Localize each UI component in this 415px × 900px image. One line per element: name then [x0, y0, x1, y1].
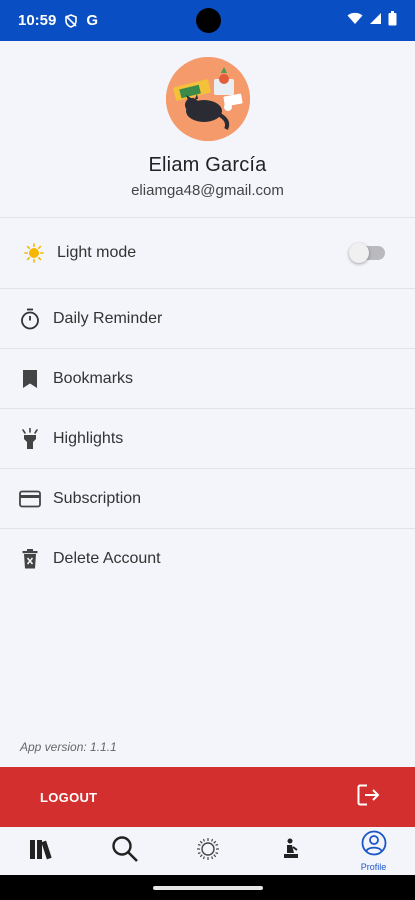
credit-card-icon	[18, 487, 42, 511]
search-icon	[111, 835, 139, 868]
status-left: 10:59 G	[18, 12, 98, 29]
gesture-area	[0, 875, 415, 900]
delete-account-row[interactable]: Delete Account	[0, 528, 415, 588]
gesture-handle[interactable]	[153, 886, 263, 890]
location-off-icon	[64, 13, 78, 28]
wifi-icon	[347, 12, 363, 30]
nav-library[interactable]	[0, 827, 83, 875]
nav-profile[interactable]: Profile	[332, 827, 415, 875]
logout-label: LOGOUT	[40, 789, 98, 805]
toggle-knob	[349, 243, 369, 263]
camera-cutout	[196, 8, 221, 33]
avatar[interactable]	[166, 57, 250, 141]
daily-reminder-label: Daily Reminder	[53, 309, 163, 327]
bookmark-icon	[18, 367, 42, 391]
logout-icon	[357, 784, 381, 811]
highlights-label: Highlights	[53, 429, 124, 447]
light-mode-label: Light mode	[57, 244, 137, 261]
profile-name: Eliam García	[148, 154, 267, 176]
highlighter-icon	[18, 427, 42, 451]
profile-header: Eliam García eliamga48@gmail.com	[0, 41, 415, 217]
bottom-nav: Profile	[0, 827, 415, 875]
library-icon	[29, 838, 55, 865]
google-g-icon: G	[86, 12, 99, 29]
delete-icon	[18, 547, 42, 571]
logout-button[interactable]: LOGOUT	[0, 767, 415, 827]
sun-icon	[196, 837, 220, 866]
nav-profile-label: Profile	[360, 862, 387, 872]
nav-search[interactable]	[83, 827, 166, 875]
bookmarks-label: Bookmarks	[53, 369, 134, 387]
subscription-row[interactable]: Subscription	[0, 468, 415, 528]
highlights-row[interactable]: Highlights	[0, 408, 415, 468]
signal-icon	[369, 12, 382, 30]
sun-icon	[22, 241, 46, 265]
timer-icon	[18, 307, 42, 331]
daily-reminder-row[interactable]: Daily Reminder	[0, 288, 415, 348]
nav-meditation[interactable]	[249, 827, 332, 875]
meditation-icon	[282, 838, 300, 865]
battery-icon	[388, 10, 397, 31]
settings-menu: Light mode Daily Reminder Bookmarks High…	[0, 217, 415, 588]
profile-email: eliamga48@gmail.com	[131, 182, 284, 199]
nav-sun[interactable]	[166, 827, 249, 875]
delete-account-label: Delete Account	[53, 549, 161, 567]
profile-icon	[361, 830, 387, 861]
status-time: 10:59	[18, 12, 57, 29]
bookmarks-row[interactable]: Bookmarks	[0, 348, 415, 408]
subscription-label: Subscription	[53, 489, 142, 507]
status-right	[347, 10, 397, 31]
status-bar: 10:59 G	[0, 0, 415, 41]
light-mode-toggle[interactable]	[349, 243, 385, 263]
light-mode-row[interactable]: Light mode	[0, 217, 415, 288]
app-version: App version: 1.1.1	[20, 740, 117, 754]
